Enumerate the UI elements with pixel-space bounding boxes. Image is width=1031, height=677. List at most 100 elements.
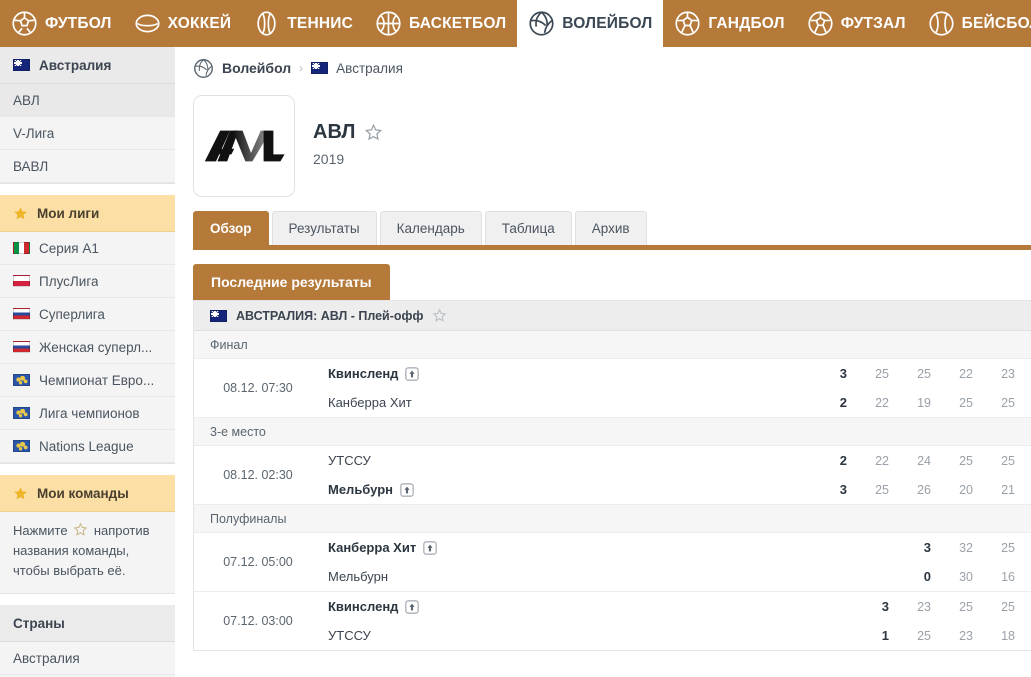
set-score: 25 — [959, 395, 973, 410]
team-name-cell[interactable]: Мельбурн — [322, 569, 897, 584]
set-score: 23 — [1001, 366, 1015, 381]
sidebar-country-block: Австралия АВЛ V-Лига ВАВЛ — [0, 47, 175, 184]
sport-tab-2[interactable]: ТЕННИС — [242, 0, 364, 47]
breadcrumb-sport-link[interactable]: Волейбол — [222, 60, 291, 76]
league-row: АВСТРАЛИЯ: АВЛ - Плей-офф Сетка — [194, 301, 1031, 331]
team-name-cell[interactable]: Мельбурн — [322, 482, 813, 497]
sidebar-my-league-label: Nations League — [39, 438, 134, 454]
set-score: 29 — [1015, 541, 1031, 555]
sidebar-my-league-label: Чемпионат Евро... — [39, 372, 155, 388]
tabs-list: Обзор Результаты Календарь Таблица Архив — [193, 211, 1031, 245]
set-score: 25 — [875, 482, 889, 497]
sidebar-my-league-label: Серия A1 — [39, 240, 99, 256]
team-name-cell[interactable]: УТССУ — [322, 628, 855, 643]
sidebar-my-league-item[interactable]: Серия A1 — [0, 232, 175, 265]
volleyball-icon — [193, 58, 214, 79]
favorite-star-icon[interactable] — [364, 123, 383, 142]
sport-tab-1[interactable]: ХОККЕЙ — [123, 0, 243, 47]
tab-3[interactable]: Таблица — [484, 211, 572, 245]
set-score: 25 — [1015, 600, 1031, 614]
sport-tab-4[interactable]: ВОЛЕЙБОЛ — [517, 0, 664, 47]
sport-tab-label: БЕЙСБОЛ — [961, 14, 1031, 32]
sidebar-my-teams-header[interactable]: Мои команды — [0, 475, 175, 512]
sidebar-league-item[interactable]: V-Лига — [0, 117, 175, 150]
sidebar-my-league-item[interactable]: Чемпионат Евро... — [0, 364, 175, 397]
set-score: 22 — [875, 395, 889, 410]
sport-tab-7[interactable]: БЕЙСБОЛ — [917, 0, 1031, 47]
team-name-cell[interactable]: УТССУ — [322, 453, 813, 468]
sidebar-my-league-label: ПлусЛига — [39, 273, 99, 289]
team-name-cell[interactable]: Квинсленд — [322, 366, 813, 381]
tab-1[interactable]: Результаты — [271, 211, 377, 245]
match-row[interactable]: 08.12. 07:30 Квинсленд 3 25 25 22 2315 Канберра… — [194, 359, 1031, 418]
team-name-cell[interactable]: Канберра Хит — [322, 540, 897, 555]
sidebar-my-league-item[interactable]: ПлусЛига — [0, 265, 175, 298]
match-team-line: УТССУ 1 25 23 1816 — [322, 621, 1031, 650]
league-title-row: АВЛ — [313, 121, 383, 144]
tab-label: Обзор — [210, 221, 252, 236]
set-score: 22 — [875, 453, 889, 468]
set-score: 26 — [917, 482, 931, 497]
set-score: 25 — [959, 599, 973, 614]
star-outline-icon[interactable] — [432, 308, 447, 323]
set-score: 22 — [959, 366, 973, 381]
set-score: 25 — [1001, 599, 1015, 614]
sidebar-my-league-item[interactable]: Суперлига — [0, 298, 175, 331]
sport-nav: ФУТБОЛ ХОККЕЙ ТЕННИС БАСКЕТБОЛ ВОЛЕЙБОЛ ГАНДБ… — [0, 0, 1031, 47]
set-score: 30 — [959, 569, 973, 584]
sidebar-my-league-item[interactable]: Женская суперл... — [0, 331, 175, 364]
sport-tab-0[interactable]: ФУТБОЛ — [0, 0, 123, 47]
score-cells: 3 25 26 20 2118 — [813, 482, 1031, 497]
set-score: 25 — [1001, 540, 1015, 555]
team-name-cell[interactable]: Канберра Хит — [322, 395, 813, 410]
sidebar-my-league-label: Суперлига — [39, 306, 105, 322]
sport-tab-3[interactable]: БАСКЕТБОЛ — [364, 0, 517, 47]
stage-header: Финал — [194, 331, 1031, 359]
set-score: 18 — [1001, 628, 1015, 643]
set-score: 19 — [917, 395, 931, 410]
tab-0[interactable]: Обзор — [193, 211, 269, 245]
match-total-score: 0 — [923, 569, 931, 584]
sidebar-country-header[interactable]: Австралия — [0, 47, 175, 84]
sidebar-my-league-item[interactable]: Лига чемпионов — [0, 397, 175, 430]
match-groups: Финал08.12. 07:30Квинсленд32525222315Кан… — [194, 331, 1031, 650]
sidebar-league-label: V-Лига — [13, 125, 55, 141]
sidebar-league-item[interactable]: АВЛ — [0, 84, 175, 117]
sport-tab-5[interactable]: ГАНДБОЛ — [663, 0, 795, 47]
match-time: 07.12. 03:00 — [223, 614, 293, 628]
sidebar-league-item[interactable]: ВАВЛ — [0, 150, 175, 183]
set-score: 25 — [917, 366, 931, 381]
team-name: УТССУ — [328, 453, 371, 468]
team-name-cell[interactable]: Квинсленд — [322, 599, 855, 614]
set-score: 21 — [1001, 482, 1015, 497]
match-row[interactable]: 07.12. 05:00 Канберра Хит 3 32 2529 Мельбурн 0… — [194, 533, 1031, 592]
match-row[interactable]: 07.12. 03:00Квинсленд323252525УТССУ12523… — [194, 592, 1031, 650]
stage-label: 3-е место — [210, 424, 266, 439]
match-total-score: 2 — [839, 395, 847, 410]
score-cells: 1 25 23 1816 — [855, 628, 1031, 643]
match-team-line: Квинсленд323252525 — [322, 592, 1031, 621]
set-score: 23 — [959, 628, 973, 643]
sidebar-my-leagues-items: Серия A1 ПлусЛига Суперлига Женская суперл.… — [0, 232, 175, 463]
match-teams: Квинсленд32525222315Канберра Хит22219252… — [322, 359, 1031, 417]
match-row[interactable]: 08.12. 02:30УТССУ22224252516Мельбурн3252… — [194, 446, 1031, 505]
tab-4[interactable]: Архив — [574, 211, 647, 245]
tab-2[interactable]: Календарь — [379, 211, 482, 245]
set-score: 25 — [959, 453, 973, 468]
section-title: Последние результаты — [193, 264, 390, 300]
sport-tab-6[interactable]: ФУТЗАЛ — [796, 0, 917, 47]
sidebar-country-item[interactable]: Австралия — [0, 642, 175, 675]
score-cells: 0 30 1627 — [897, 569, 1031, 584]
sidebar-divider-1 — [0, 184, 175, 195]
star-filled-icon — [13, 206, 28, 221]
breadcrumb-country-link[interactable]: Австралия — [336, 61, 403, 76]
league-meta: АВЛ 2019 — [313, 95, 383, 167]
league-row-name[interactable]: АВСТРАЛИЯ: АВЛ - Плей-офф — [236, 309, 423, 323]
league-row-left: АВСТРАЛИЯ: АВЛ - Плей-офф — [210, 308, 447, 323]
league-logo — [193, 95, 295, 197]
set-score: 15 — [1015, 367, 1031, 381]
sidebar-my-league-label: Женская суперл... — [39, 339, 153, 355]
match-total-score: 3 — [839, 482, 847, 497]
sidebar-my-league-item[interactable]: Nations League — [0, 430, 175, 463]
sidebar-my-leagues-header[interactable]: Мои лиги — [0, 195, 175, 232]
